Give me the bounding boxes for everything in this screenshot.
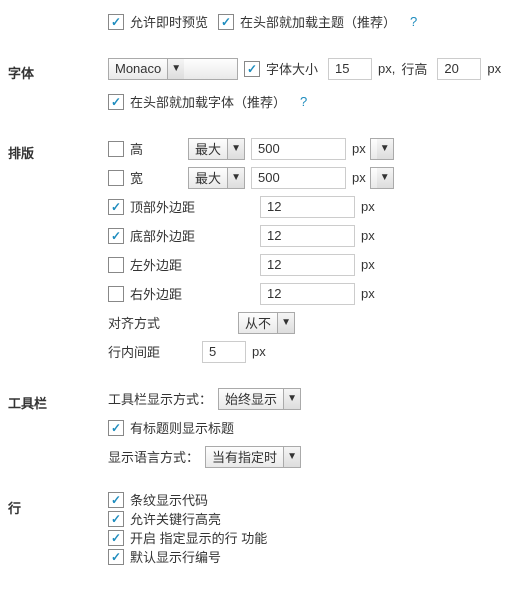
highlight-label: 允许关键行高亮: [130, 509, 221, 528]
chevron-down-icon: ▼: [377, 168, 393, 188]
height-max-select[interactable]: 最大 ▼: [188, 138, 245, 160]
load-theme-head-label: 在头部就加载主题（推荐）: [240, 12, 396, 31]
load-font-head-label: 在头部就加载字体（推荐）: [130, 92, 286, 111]
toolbar-display-label: 工具栏显示方式：: [108, 389, 212, 408]
inline-spacing-label: 行内间距: [108, 342, 202, 361]
px-label: px: [361, 257, 375, 272]
margin-bottom-checkbox[interactable]: [108, 228, 124, 244]
margin-top-checkbox[interactable]: [108, 199, 124, 215]
section-font-label: 字体: [0, 55, 108, 117]
px-label: px: [352, 170, 366, 185]
px-label: px: [361, 286, 375, 301]
font-family-select[interactable]: Monaco ▼: [108, 58, 238, 80]
toolbar-display-select[interactable]: 始终显示 ▼: [218, 388, 301, 410]
height-unit-select[interactable]: ▼: [370, 138, 394, 160]
lineheight-input[interactable]: 20: [437, 58, 481, 80]
margin-top-input[interactable]: 12: [260, 196, 355, 218]
default-num-label: 默认显示行编号: [130, 547, 221, 566]
stripe-checkbox[interactable]: [108, 492, 124, 508]
section-toolbar-label: 工具栏: [0, 385, 108, 472]
enable-line-label: 开启 指定显示的行 功能: [130, 528, 267, 547]
font-size-label: 字体大小: [266, 59, 318, 78]
section-layout-label: 排版: [0, 135, 108, 367]
chevron-down-icon: ▼: [377, 139, 393, 159]
chevron-down-icon: ▼: [227, 139, 244, 159]
width-max-select[interactable]: 最大 ▼: [188, 167, 245, 189]
margin-right-checkbox[interactable]: [108, 286, 124, 302]
enable-line-checkbox[interactable]: [108, 530, 124, 546]
default-num-checkbox[interactable]: [108, 549, 124, 565]
chevron-down-icon: ▼: [227, 168, 244, 188]
chevron-down-icon: ▼: [283, 447, 300, 467]
section-lines-label: 行: [0, 490, 108, 566]
px-label: px: [361, 199, 375, 214]
toolbar-lang-label: 显示语言方式：: [108, 447, 199, 466]
margin-bottom-input[interactable]: 12: [260, 225, 355, 247]
load-theme-head-checkbox[interactable]: [218, 14, 234, 30]
lineheight-label: 行高: [401, 59, 427, 78]
px-label: px: [361, 228, 375, 243]
px-label-2: px: [487, 61, 501, 76]
height-label: 高: [130, 139, 188, 158]
allow-live-preview-checkbox[interactable]: [108, 14, 124, 30]
allow-live-preview-label: 允许即时预览: [130, 12, 208, 31]
height-input[interactable]: 500: [251, 138, 346, 160]
help-icon[interactable]: ?: [300, 94, 307, 109]
margin-left-checkbox[interactable]: [108, 257, 124, 273]
title-if-exists-checkbox[interactable]: [108, 420, 124, 436]
margin-right-input[interactable]: 12: [260, 283, 355, 305]
margin-left-input[interactable]: 12: [260, 254, 355, 276]
highlight-checkbox[interactable]: [108, 511, 124, 527]
font-size-input[interactable]: 15: [328, 58, 372, 80]
px-label: px: [352, 141, 366, 156]
inline-spacing-input[interactable]: 5: [202, 341, 246, 363]
toolbar-lang-select[interactable]: 当有指定时 ▼: [205, 446, 301, 468]
align-label: 对齐方式: [108, 313, 238, 332]
help-icon[interactable]: ?: [410, 14, 417, 29]
margin-left-label: 左外边距: [130, 255, 260, 274]
title-if-exists-label: 有标题则显示标题: [130, 418, 234, 437]
width-unit-select[interactable]: ▼: [370, 167, 394, 189]
px-label: px: [252, 344, 266, 359]
align-select[interactable]: 从不 ▼: [238, 312, 295, 334]
margin-bottom-label: 底部外边距: [130, 226, 260, 245]
chevron-down-icon: ▼: [283, 389, 300, 409]
width-checkbox[interactable]: [108, 170, 124, 186]
margin-top-label: 顶部外边距: [130, 197, 260, 216]
margin-right-label: 右外边距: [130, 284, 260, 303]
height-checkbox[interactable]: [108, 141, 124, 157]
px-label: px,: [378, 61, 395, 76]
stripe-label: 条纹显示代码: [130, 490, 208, 509]
font-size-checkbox[interactable]: [244, 61, 260, 77]
width-input[interactable]: 500: [251, 167, 346, 189]
load-font-head-checkbox[interactable]: [108, 94, 124, 110]
width-label: 宽: [130, 168, 188, 187]
chevron-down-icon: ▼: [167, 59, 184, 79]
chevron-down-icon: ▼: [277, 313, 294, 333]
